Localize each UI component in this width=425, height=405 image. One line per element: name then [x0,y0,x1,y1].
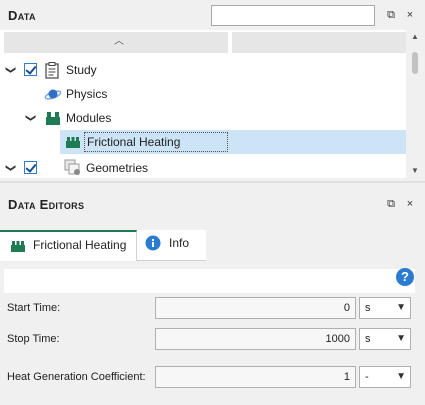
module-block-icon [11,241,25,252]
data-panel-title: Data [8,8,36,23]
stop-time-unit-select[interactable]: s ▼ [359,328,411,350]
tab-label: Info [169,236,190,250]
tree-search-input[interactable] [211,5,375,26]
chevron-down-icon[interactable]: ❯ [24,112,36,124]
heat-coefficient-unit-select[interactable]: - ▼ [359,366,411,388]
scroll-down-icon[interactable]: ▼ [411,166,419,175]
tree-item-modules[interactable]: ❯ Modules [0,106,406,130]
close-panel-icon[interactable]: × [403,8,417,22]
heat-coefficient-input[interactable]: 1 [155,366,356,388]
scrollbar-thumb[interactable] [412,52,418,74]
scroll-up-icon[interactable]: ▲ [411,32,419,41]
tree-item-label: Frictional Heating [87,135,181,149]
start-time-label: Start Time: [7,302,61,314]
physics-planet-icon [44,89,62,100]
panel-splitter[interactable] [0,181,425,183]
editor-toolbar [4,269,415,293]
tree-column-header-2[interactable] [232,32,406,53]
tree-item-physics[interactable]: Physics [0,82,406,106]
start-time-input[interactable]: 0 [155,297,356,319]
geometries-icon [64,159,80,175]
tree-item-study[interactable]: ❯ Study [0,58,406,82]
chevron-down-icon: ▼ [396,371,406,382]
geometries-checkbox[interactable] [24,161,37,174]
float-panel-icon[interactable]: ⧉ [384,8,398,22]
module-block-icon [66,137,80,148]
editors-panel-header: Data Editors ⧉ × [0,189,425,219]
help-icon[interactable]: ? [396,268,414,286]
tab-label: Frictional Heating [33,238,127,252]
tree-column-header[interactable]: ︿ [4,32,228,53]
start-time-unit-select[interactable]: s ▼ [359,297,411,319]
editors-panel-title: Data Editors [8,197,85,212]
stop-time-label: Stop Time: [7,333,60,345]
tree-item-label: Physics [66,87,108,101]
clipboard-icon [45,62,59,79]
chevron-down-icon[interactable]: ❯ [4,64,16,76]
tree-item-label: Modules [66,111,112,125]
tree-item-label: Geometries [86,161,149,175]
editor-tabs: Frictional Heating Info [0,230,425,261]
tree-scrollbar[interactable]: ▲ ▼ [406,30,425,178]
study-checkbox[interactable] [24,63,37,76]
tab-frictional-heating[interactable]: Frictional Heating [0,230,137,261]
tree-item-frictional-heating[interactable]: Frictional Heating [0,130,406,154]
heat-coefficient-label: Heat Generation Coefficient: [7,371,146,383]
tab-info[interactable]: Info [137,230,206,261]
chevron-down-icon[interactable]: ❯ [4,162,16,174]
chevron-down-icon: ▼ [396,302,406,313]
tree-item-geometries[interactable]: ❯ Geometries [0,156,406,178]
unit-value: s [365,333,371,345]
modules-icon [46,112,60,125]
tree-item-label: Study [66,63,97,77]
stop-time-input[interactable]: 1000 [155,328,356,350]
unit-value: - [365,371,369,383]
chevron-down-icon: ▼ [396,333,406,344]
data-panel-header: Data ⧉ × [0,0,425,30]
unit-value: s [365,302,371,314]
data-tree[interactable]: ︿ ❯ Study Physics ❯ Modules Frictional H… [0,30,406,178]
sort-up-icon: ︿ [114,36,124,47]
info-icon [145,235,161,251]
close-panel-icon[interactable]: × [403,197,417,211]
float-panel-icon[interactable]: ⧉ [384,197,398,211]
